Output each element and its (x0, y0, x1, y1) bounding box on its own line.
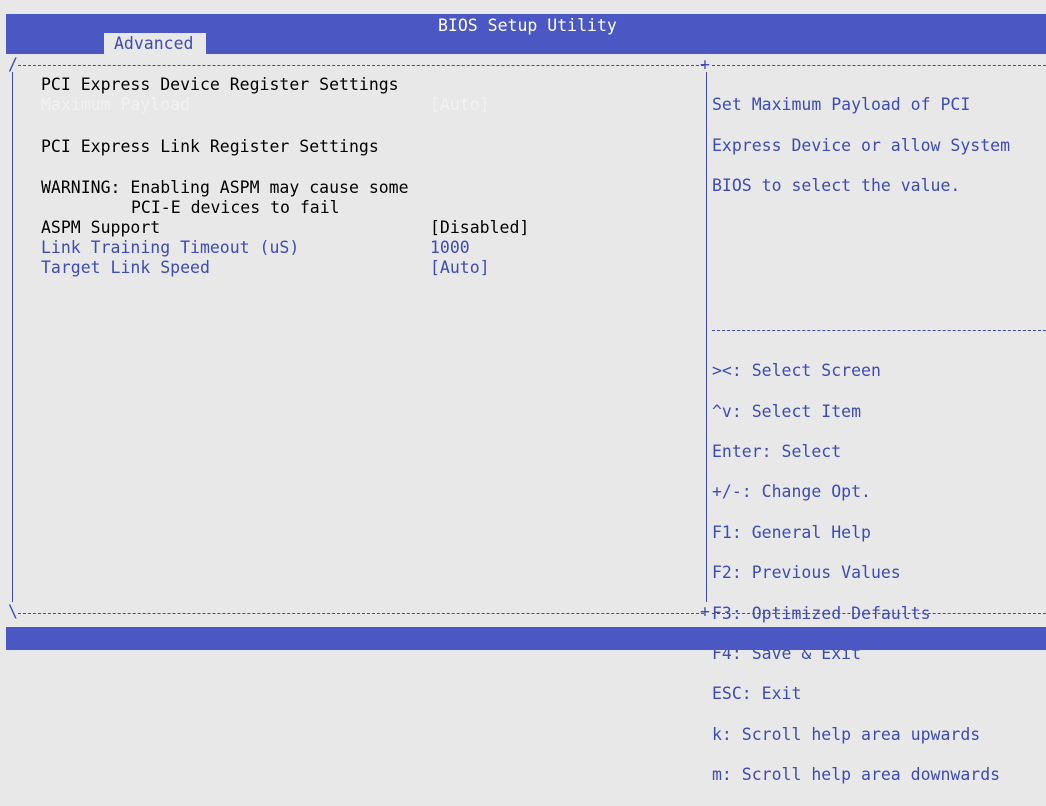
help-divider (712, 330, 1046, 331)
help-key-line: F1: General Help (712, 522, 871, 542)
window-title: BIOS Setup Utility (438, 16, 617, 35)
aspm-support-value[interactable]: [Disabled] (430, 218, 529, 238)
frame-middle-border (706, 72, 707, 602)
help-key-line: ESC: Exit (712, 684, 802, 704)
help-key-line: ><: Select Screen (712, 361, 881, 381)
section-pci-device-heading: PCI Express Device Register Settings (41, 75, 399, 94)
help-key-line: +/-: Change Opt. (712, 482, 871, 502)
aspm-warning-line1: WARNING: Enabling ASPM may cause some (41, 178, 409, 197)
help-keys: ><: Select Screen ^v: Select Item Enter:… (712, 341, 1000, 806)
help-key-line: Enter: Select (712, 442, 842, 462)
frame-bottom-divider-left (18, 613, 704, 614)
help-key-line: F3: Optimized Defaults (712, 603, 931, 623)
tab-advanced[interactable]: Advanced (104, 33, 206, 55)
aspm-warning-line2: PCI-E devices to fail (131, 198, 340, 217)
help-key-line: F2: Previous Values (712, 563, 901, 583)
link-training-timeout-value[interactable]: 1000 (430, 238, 470, 258)
help-description-line: Express Device or allow System (712, 135, 1011, 155)
help-description-line: BIOS to select the value. (712, 176, 961, 196)
link-training-timeout-label[interactable]: Link Training Timeout (uS) (41, 238, 299, 258)
aspm-support-label[interactable]: ASPM Support (41, 218, 160, 238)
maximum-payload-value[interactable]: [Auto] (430, 95, 490, 115)
frame-top-divider-right (712, 65, 1046, 66)
target-link-speed-label[interactable]: Target Link Speed (41, 258, 210, 278)
help-description: Set Maximum Payload of PCI Express Devic… (712, 75, 1010, 216)
help-key-line: m: Scroll help area downwards (712, 765, 1001, 785)
section-pci-link-heading: PCI Express Link Register Settings (41, 137, 379, 156)
frame-corner-bottom-left: \ (8, 602, 18, 621)
frame-left-border (12, 72, 13, 602)
frame-junction-top: + (700, 55, 710, 74)
status-bar (6, 627, 1046, 650)
help-key-line: ^v: Select Item (712, 401, 862, 421)
maximum-payload-label[interactable]: Maximum Payload (41, 95, 190, 115)
target-link-speed-value[interactable]: [Auto] (430, 258, 490, 278)
help-key-line: k: Scroll help area upwards (712, 724, 981, 744)
help-description-line: Set Maximum Payload of PCI (712, 95, 971, 115)
frame-top-divider-left (18, 65, 704, 66)
frame-junction-bottom: + (700, 602, 710, 621)
